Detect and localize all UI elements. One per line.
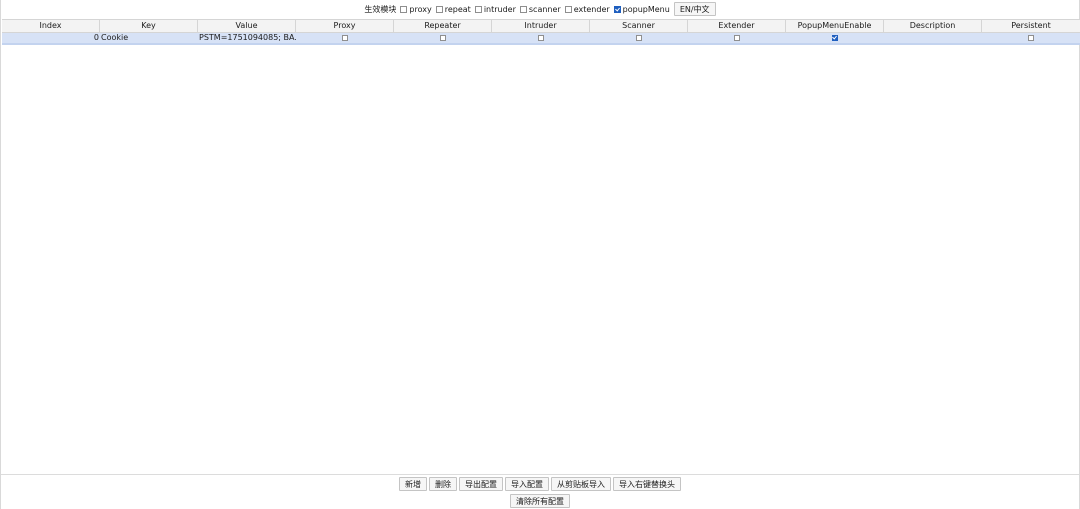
column-header-scanner[interactable]: Scanner: [590, 20, 688, 32]
add-button[interactable]: 新增: [399, 477, 427, 491]
column-header-intruder[interactable]: Intruder: [492, 20, 590, 32]
cell-value[interactable]: PSTM=1751094085; BA...: [198, 33, 296, 43]
header-rules-table: Index Key Value Proxy Repeater Intruder …: [2, 19, 1080, 45]
cell-proxy[interactable]: [296, 33, 394, 43]
column-header-popupmenuenable[interactable]: PopupMenuEnable: [786, 20, 884, 32]
language-toggle-button[interactable]: EN/中文: [673, 2, 716, 16]
scanner-option-label: scanner: [528, 4, 561, 14]
extender-option-label: extender: [573, 4, 610, 14]
cell-index[interactable]: 0: [2, 33, 100, 43]
module-label: 生效模块: [364, 4, 397, 14]
cell-intruder[interactable]: [492, 33, 590, 43]
proxy-cell-checkbox[interactable]: [342, 35, 348, 41]
cell-key[interactable]: Cookie: [100, 33, 198, 43]
table-header: Index Key Value Proxy Repeater Intruder …: [2, 19, 1080, 33]
module-option-extender[interactable]: extender: [564, 4, 610, 14]
popupmenu-checkbox[interactable]: [613, 5, 621, 13]
action-button-bar: 新增 删除 导出配置 导入配置 从剪贴板导入 导入右键替换头: [1, 477, 1079, 491]
import-from-clipboard-button[interactable]: 从剪贴板导入: [551, 477, 611, 491]
table-row[interactable]: 0 Cookie PSTM=1751094085; BA...: [2, 33, 1080, 45]
cell-extender[interactable]: [688, 33, 786, 43]
scanner-cell-checkbox[interactable]: [636, 35, 642, 41]
column-header-extender[interactable]: Extender: [688, 20, 786, 32]
persistent-cell-checkbox[interactable]: [1028, 35, 1034, 41]
column-header-persistent[interactable]: Persistent: [982, 20, 1080, 32]
scanner-checkbox[interactable]: [519, 5, 527, 13]
cell-persistent[interactable]: [982, 33, 1080, 43]
popupmenu-option-label: popupMenu: [622, 4, 670, 14]
extender-checkbox[interactable]: [564, 5, 572, 13]
intruder-checkbox[interactable]: [474, 5, 482, 13]
module-option-popupmenu[interactable]: popupMenu: [613, 4, 670, 14]
popupmenuenable-cell-checkbox[interactable]: [832, 35, 838, 41]
app-window: 生效模块 proxy repeat intruder scanner exten…: [0, 0, 1080, 509]
bottom-divider: [1, 474, 1079, 475]
column-header-value[interactable]: Value: [198, 20, 296, 32]
cell-popupmenuenable[interactable]: [786, 33, 884, 43]
intruder-option-label: intruder: [483, 4, 516, 14]
intruder-cell-checkbox[interactable]: [538, 35, 544, 41]
column-header-proxy[interactable]: Proxy: [296, 20, 394, 32]
import-right-click-header-button[interactable]: 导入右键替换头: [613, 477, 681, 491]
column-header-key[interactable]: Key: [100, 20, 198, 32]
module-option-repeat[interactable]: repeat: [435, 4, 471, 14]
column-header-index[interactable]: Index: [2, 20, 100, 32]
export-config-button[interactable]: 导出配置: [459, 477, 503, 491]
module-option-scanner[interactable]: scanner: [519, 4, 561, 14]
extender-cell-checkbox[interactable]: [734, 35, 740, 41]
repeat-option-label: repeat: [444, 4, 471, 14]
clear-button-bar: 清除所有配置: [1, 494, 1079, 508]
repeater-cell-checkbox[interactable]: [440, 35, 446, 41]
cell-scanner[interactable]: [590, 33, 688, 43]
module-option-intruder[interactable]: intruder: [474, 4, 516, 14]
import-config-button[interactable]: 导入配置: [505, 477, 549, 491]
proxy-checkbox[interactable]: [400, 5, 408, 13]
column-header-description[interactable]: Description: [884, 20, 982, 32]
column-header-repeater[interactable]: Repeater: [394, 20, 492, 32]
cell-description[interactable]: [884, 33, 982, 43]
clear-all-config-button[interactable]: 清除所有配置: [510, 494, 570, 508]
repeat-checkbox[interactable]: [435, 5, 443, 13]
delete-button[interactable]: 删除: [429, 477, 457, 491]
proxy-option-label: proxy: [409, 4, 432, 14]
cell-repeater[interactable]: [394, 33, 492, 43]
module-bar: 生效模块 proxy repeat intruder scanner exten…: [1, 0, 1079, 18]
module-option-proxy[interactable]: proxy: [400, 4, 432, 14]
